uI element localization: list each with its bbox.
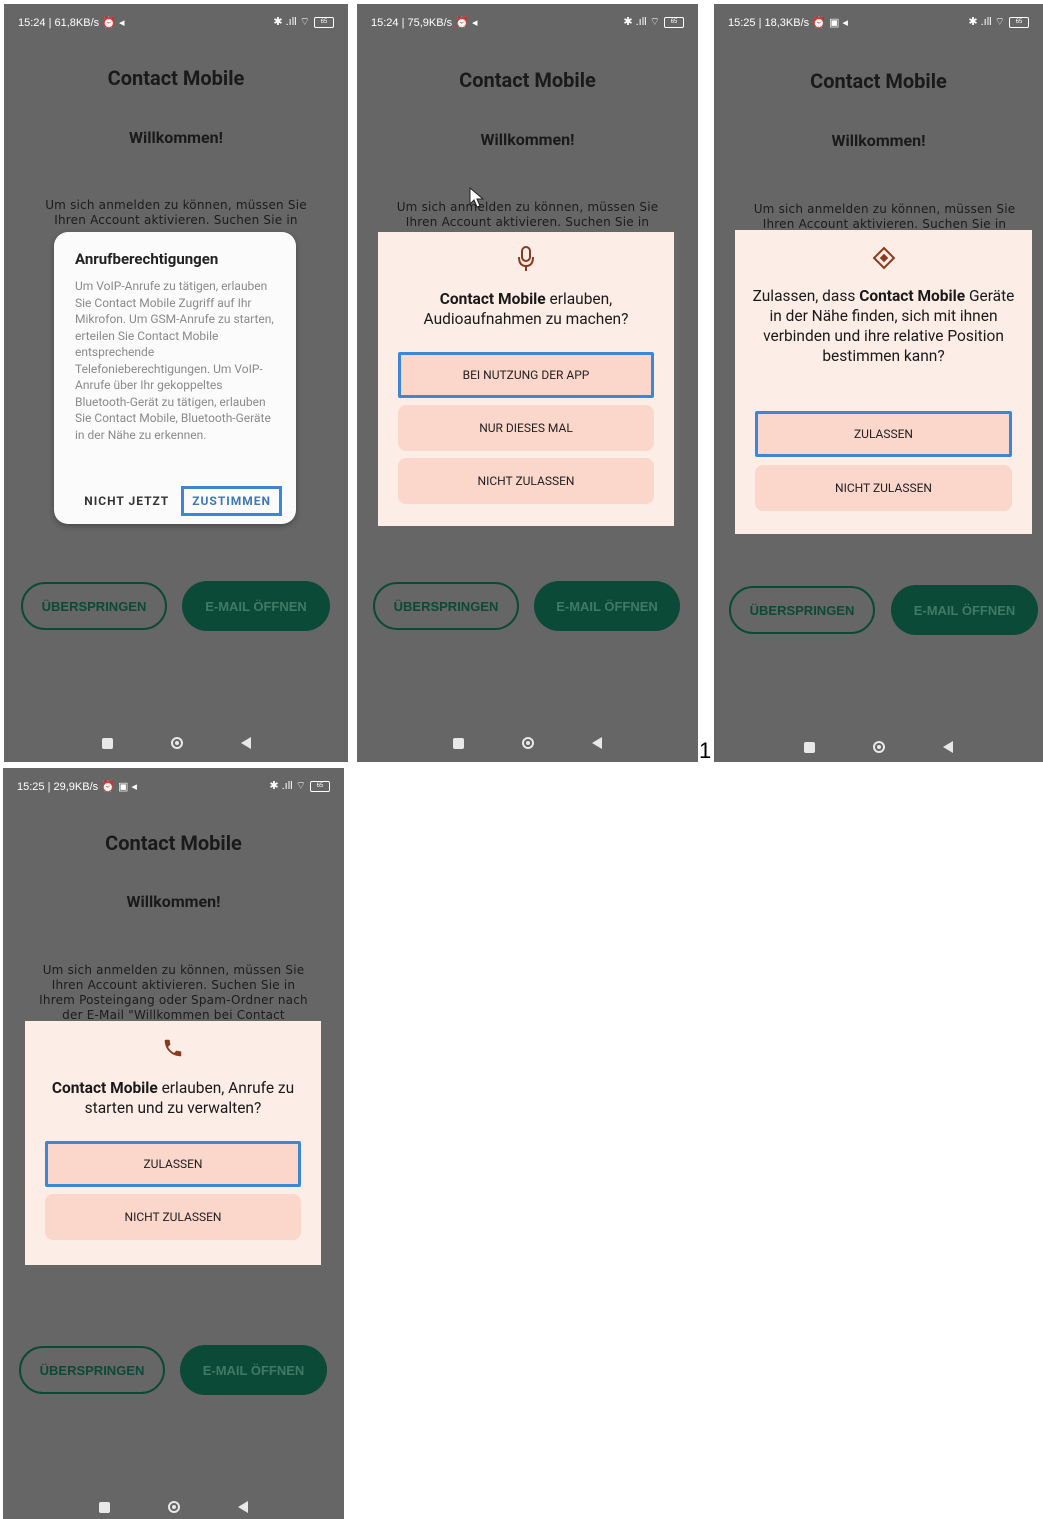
nav-bar (714, 735, 1043, 759)
dialog-body: Um VoIP-Anrufe zu tätigen, erlauben Sie … (75, 279, 274, 442)
home-icon[interactable] (170, 737, 183, 749)
status-icons: ✱ .ıll ⌔ 65 (269, 779, 330, 793)
open-mail-button[interactable]: E-MAIL ÖFFNEN (891, 585, 1038, 635)
screen-2: 15:24 | 75,9KB/s ⏰ ◂ ✱ .ıll ⌔ 65 Contact… (357, 4, 698, 762)
background-text: Um sich anmelden zu können, müssen Sie I… (753, 202, 1016, 231)
home-icon[interactable] (522, 737, 534, 749)
signal-icon: ✱ .ıll ⌔ (968, 16, 1005, 28)
open-mail-button[interactable]: E-MAIL ÖFFNEN (534, 581, 680, 631)
home-icon[interactable] (873, 741, 885, 753)
nav-bar (4, 731, 348, 755)
mouse-cursor-icon (469, 187, 485, 208)
status-bar: 15:25 | 29,9KB/s ⏰ ▣ ◂ ✱ .ıll ⌔ 65 (17, 778, 330, 794)
welcome-heading: Willkommen! (831, 131, 926, 150)
signal-icon: ✱ .ıll ⌔ (273, 16, 310, 28)
open-mail-button[interactable]: E-MAIL ÖFFNEN (182, 581, 330, 631)
deny-button[interactable]: NICHT ZULASSEN (45, 1194, 301, 1240)
permission-dialog: Zulassen, dass Contact Mobile Geräte in … (735, 230, 1032, 534)
open-mail-button[interactable]: E-MAIL ÖFFNEN (180, 1345, 327, 1395)
nearby-devices-icon (735, 246, 1032, 275)
battery-icon: 65 (314, 16, 334, 28)
recents-icon[interactable] (99, 1501, 110, 1513)
back-icon[interactable] (943, 741, 953, 753)
question-prefix: Zulassen, dass (752, 287, 860, 305)
status-bar: 15:24 | 61,8KB/s ⏰ ◂ ✱ .ıll ⌔ 65 (18, 14, 334, 30)
app-title: Contact Mobile (459, 68, 596, 92)
skip-button[interactable]: ÜBERSPRINGEN (19, 1346, 165, 1394)
background-text: Um sich anmelden zu können, müssen Sie I… (396, 200, 659, 229)
back-icon[interactable] (238, 1501, 248, 1513)
home-icon[interactable] (168, 1501, 180, 1513)
app-title: Contact Mobile (107, 66, 245, 90)
dialog-question: Zulassen, dass Contact Mobile Geräte in … (747, 286, 1020, 366)
app-name: Contact Mobile (859, 287, 966, 305)
allow-button[interactable]: ZULASSEN (755, 411, 1012, 457)
deny-button[interactable]: NICHT ZULASSEN (755, 465, 1012, 511)
while-using-app-button[interactable]: BEI NUTZUNG DER APP (398, 352, 654, 398)
screen-number: 1 (699, 738, 712, 763)
battery-icon: 65 (310, 780, 330, 792)
dialog-actions: NICHT JETZT ZUSTIMMEN (74, 486, 282, 516)
nav-bar (3, 1495, 344, 1519)
welcome-heading: Willkommen! (126, 892, 221, 911)
welcome-heading: Willkommen! (480, 130, 575, 149)
dialog-title: Anrufberechtigungen (75, 250, 219, 268)
signal-icon: ✱ .ıll ⌔ (623, 16, 660, 28)
screen-1: 15:24 | 61,8KB/s ⏰ ◂ ✱ .ıll ⌔ 65 Contact… (4, 4, 348, 762)
screen-4: 15:25 | 29,9KB/s ⏰ ▣ ◂ ✱ .ıll ⌔ 65 Conta… (3, 768, 344, 1519)
app-title: Contact Mobile (105, 831, 242, 855)
status-icons: ✱ .ıll ⌔ 65 (623, 15, 684, 29)
app-name: Contact Mobile (439, 290, 546, 308)
status-bar: 15:25 | 18,3KB/s ⏰ ▣ ◂ ✱ .ıll ⌔ 65 (728, 14, 1029, 30)
status-icons: ✱ .ıll ⌔ 65 (273, 15, 334, 29)
status-time: 15:24 | 75,9KB/s ⏰ ◂ (371, 16, 478, 29)
back-icon[interactable] (240, 737, 251, 749)
status-time: 15:24 | 61,8KB/s ⏰ ◂ (18, 16, 125, 29)
back-icon[interactable] (592, 737, 602, 749)
screen-3: 15:25 | 18,3KB/s ⏰ ▣ ◂ ✱ .ıll ⌔ 65 Conta… (714, 4, 1043, 762)
skip-button[interactable]: ÜBERSPRINGEN (21, 582, 167, 630)
phone-icon (25, 1037, 321, 1064)
not-now-button[interactable]: NICHT JETZT (84, 494, 169, 508)
allow-button[interactable]: ZULASSEN (45, 1141, 301, 1187)
status-time: 15:25 | 29,9KB/s ⏰ ▣ ◂ (17, 780, 137, 793)
status-icons: ✱ .ıll ⌔ 65 (968, 15, 1029, 29)
only-this-time-button[interactable]: NUR DIESES MAL (398, 405, 654, 451)
battery-icon: 65 (1009, 16, 1029, 28)
status-bar: 15:24 | 75,9KB/s ⏰ ◂ ✱ .ıll ⌔ 65 (371, 14, 684, 30)
recents-icon[interactable] (101, 737, 113, 749)
background-text: Um sich anmelden zu können, müssen Sie I… (45, 198, 307, 227)
skip-button[interactable]: ÜBERSPRINGEN (729, 586, 875, 634)
battery-icon: 65 (664, 16, 684, 28)
permission-dialog: Contact Mobile erlauben, Anrufe zu start… (25, 1021, 321, 1265)
welcome-heading: Willkommen! (129, 128, 223, 147)
background-text: Um sich anmelden zu können, müssen Sie I… (39, 963, 308, 1022)
nav-bar (357, 731, 698, 755)
app-name: Contact Mobile (51, 1079, 158, 1097)
recents-icon[interactable] (804, 741, 815, 753)
recents-icon[interactable] (453, 737, 464, 749)
microphone-icon (378, 246, 674, 277)
dialog-question: Contact Mobile erlauben, Anrufe zu start… (37, 1078, 309, 1118)
dialog-question: Contact Mobile erlauben, Audioaufnahmen … (390, 289, 662, 329)
permission-dialog: Contact Mobile erlauben, Audioaufnahmen … (378, 232, 674, 526)
deny-button[interactable]: NICHT ZULASSEN (398, 458, 654, 504)
app-title: Contact Mobile (810, 69, 947, 93)
status-time: 15:25 | 18,3KB/s ⏰ ▣ ◂ (728, 16, 848, 29)
signal-icon: ✱ .ıll ⌔ (269, 780, 306, 792)
skip-button[interactable]: ÜBERSPRINGEN (373, 582, 519, 630)
agree-button[interactable]: ZUSTIMMEN (181, 486, 282, 516)
permission-dialog: Anrufberechtigungen Um VoIP-Anrufe zu tä… (54, 232, 296, 524)
